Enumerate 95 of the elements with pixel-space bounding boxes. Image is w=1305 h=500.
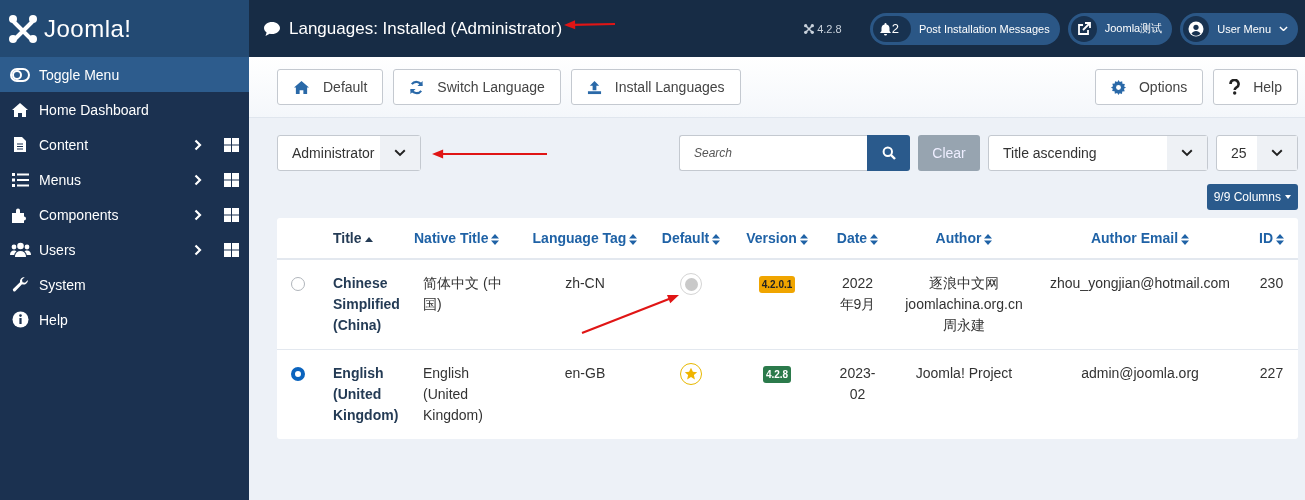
date-text: 2022年9月 — [839, 275, 876, 312]
column-header[interactable]: Date — [822, 218, 893, 259]
search-button[interactable] — [867, 135, 910, 171]
annotation-arrow — [564, 20, 616, 30]
external-link-icon — [1076, 21, 1091, 36]
column-header[interactable]: Native Title — [410, 218, 520, 259]
chevron-right-icon — [194, 138, 202, 151]
toolbar-button[interactable]: Install Languages — [570, 69, 741, 105]
language-tag: en-GB — [564, 365, 606, 381]
chevron-down-icon — [1181, 149, 1193, 157]
language-title: English (United Kingdom) — [333, 365, 399, 423]
toolbar-button[interactable]: Default — [277, 69, 384, 105]
sort-icon — [870, 233, 879, 245]
toolbar-button[interactable]: Help — [1213, 69, 1298, 105]
sidebar-item[interactable]: System — [0, 267, 249, 302]
sidebar-item[interactable]: Help — [0, 302, 249, 337]
sort-icon — [491, 233, 500, 245]
toggle-icon — [10, 67, 30, 82]
home-icon — [293, 79, 310, 95]
column-header[interactable]: Author — [893, 218, 1035, 259]
version-badge: 4.2.0.1 — [758, 276, 796, 293]
search-icon — [881, 146, 896, 160]
grid-icon — [224, 137, 239, 152]
version-label: 4.2.8 — [817, 22, 842, 35]
sort-icon — [629, 233, 638, 245]
radio-button[interactable] — [290, 367, 305, 381]
notification-count: 2 — [891, 21, 899, 36]
client-select[interactable]: Administrator — [277, 135, 422, 171]
sidebar-item[interactable]: Menus — [0, 162, 249, 197]
date-text: 2023-02 — [839, 365, 876, 402]
radio-button[interactable] — [290, 277, 305, 291]
header-button[interactable]: Joomla测试 — [1067, 12, 1173, 45]
logo-icon — [804, 23, 815, 34]
chevron-down-icon — [394, 149, 407, 157]
sidebar-item[interactable]: Users — [0, 232, 249, 267]
help-icon — [1229, 79, 1241, 95]
document-icon — [13, 136, 27, 153]
upload-icon — [586, 79, 602, 95]
id-text: 230 — [1259, 275, 1284, 291]
logo-icon — [8, 13, 38, 44]
grid-icon — [224, 172, 239, 187]
chevron-down-icon — [1279, 25, 1288, 32]
native-title: English (United Kingdom) — [423, 365, 483, 423]
header-button[interactable]: 2 Post Installation Messages — [869, 12, 1060, 45]
grid-icon — [224, 242, 239, 257]
column-header[interactable]: ID — [1245, 218, 1298, 259]
list-icon — [11, 172, 29, 187]
toolbar-button[interactable]: Switch Language — [393, 69, 561, 105]
language-title: Chinese Simplified (China) — [333, 275, 400, 333]
sort-icon — [1276, 233, 1284, 245]
column-header[interactable]: Version — [732, 218, 822, 259]
sort-ascending-icon — [364, 236, 373, 242]
bell-icon — [878, 21, 892, 36]
info-icon — [11, 311, 29, 328]
settings-icon — [1110, 79, 1126, 95]
search-field[interactable]: Search — [679, 135, 867, 171]
sidebar-item[interactable]: Components — [0, 197, 249, 232]
column-header[interactable]: Default — [650, 218, 732, 259]
chevron-down-icon — [1271, 149, 1283, 157]
sidebar-item[interactable]: Toggle Menu — [0, 57, 249, 92]
columns-button[interactable]: 9/9 Columns — [1206, 184, 1298, 210]
ordering-select[interactable]: Title ascending — [988, 135, 1208, 171]
column-header[interactable]: Language Tag — [520, 218, 650, 259]
chevron-right-icon — [194, 243, 202, 256]
logo-text: Joomla! — [44, 14, 132, 43]
wrench-icon — [11, 276, 29, 293]
page-title: Languages: Installed (Administrator) — [289, 18, 563, 39]
author-text: 逐浪中文网 joomlachina.org.cn 周永建 — [905, 275, 1023, 333]
author-text: Joomla! Project — [915, 365, 1013, 381]
column-header[interactable]: Author Email — [1035, 218, 1245, 259]
sync-icon — [409, 79, 425, 95]
sort-icon — [799, 233, 808, 245]
sort-icon — [984, 233, 993, 245]
id-text: 227 — [1259, 365, 1284, 381]
chevron-right-icon — [194, 173, 202, 186]
email-text: zhou_yongjian@hotmail.com — [1050, 275, 1230, 291]
version-badge: 4.2.8 — [762, 366, 792, 383]
toolbar-button[interactable]: Options — [1094, 69, 1204, 105]
header-button[interactable]: User Menu — [1180, 12, 1298, 45]
sort-icon — [1181, 233, 1190, 245]
native-title: 简体中文 (中国) — [423, 275, 502, 312]
comment-icon — [263, 20, 281, 37]
sidebar-item[interactable]: Content — [0, 127, 249, 162]
user-icon — [1188, 20, 1205, 37]
grid-icon — [224, 207, 239, 222]
chevron-right-icon — [194, 208, 202, 221]
users-icon — [9, 242, 31, 257]
language-tag: zh-CN — [565, 275, 605, 291]
limit-select[interactable]: 25 — [1216, 135, 1298, 171]
email-text: admin@joomla.org — [1081, 365, 1199, 381]
sort-icon — [712, 233, 721, 245]
sidebar-item[interactable]: Home Dashboard — [0, 92, 249, 127]
caret-icon — [1285, 195, 1291, 199]
column-header[interactable]: Title — [318, 218, 410, 259]
home-icon — [11, 101, 29, 118]
